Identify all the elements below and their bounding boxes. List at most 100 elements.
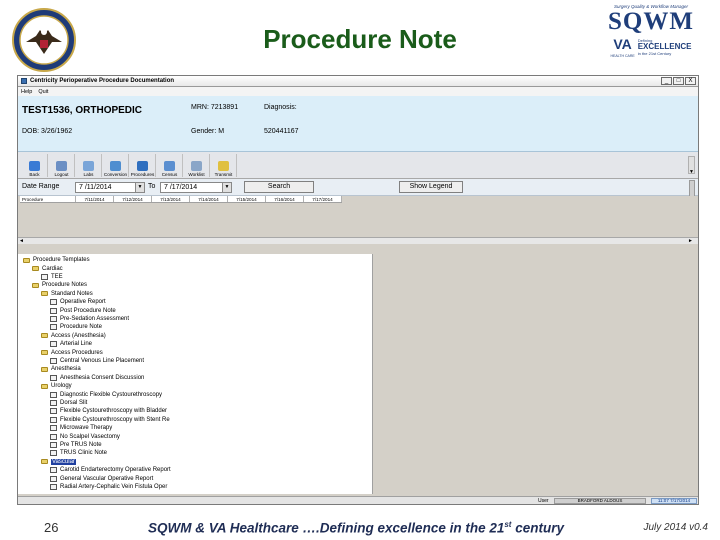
tree-template[interactable]: Procedure Note <box>50 323 102 331</box>
toolbar-census-button[interactable]: Census <box>157 153 183 177</box>
tree-folder[interactable]: Vascular <box>41 458 76 466</box>
toolbar-button-label: Worklist <box>188 171 205 177</box>
folder-icon <box>41 291 48 297</box>
tree-item-label: Flexible Cystourethroscopy with Bladder <box>60 408 168 415</box>
slide-date: July 2014 v0.4 <box>643 522 709 533</box>
tree-item-label: Cardiac <box>42 265 63 272</box>
status-user-label: User <box>538 498 549 504</box>
patient-mrn: MRN: 7213891 <box>191 104 239 111</box>
logo-va-sub: HEALTH CARE <box>610 54 635 58</box>
calendar-column-date[interactable]: 7/16/2014 <box>266 196 304 202</box>
tree-item-label: Procedure Note <box>60 324 103 331</box>
date-to-field[interactable]: 7 /17/2014 ▼ <box>160 182 232 193</box>
date-from-field[interactable]: 7 /11/2014 ▼ <box>75 182 145 193</box>
tree-template[interactable]: General Vascular Operative Report <box>50 474 153 482</box>
procedures-icon <box>137 160 148 171</box>
tree-template[interactable]: Flexible Cystourethroscopy with Stent Re <box>50 416 170 424</box>
tree-template[interactable]: Post Procedure Note <box>50 306 116 314</box>
tree-item-label: Urology <box>51 383 72 390</box>
tree-template[interactable]: Central Venous Line Placement <box>50 357 144 365</box>
patient-name: TEST1536, ORTHOPEDIC <box>22 105 143 116</box>
tree-item-label: Procedure Notes <box>42 282 88 289</box>
toolbar-scroll-down-icon[interactable]: ▼ <box>688 156 695 175</box>
tree-template[interactable]: TEE <box>41 273 63 281</box>
tree-folder[interactable]: Access (Anesthesia) <box>41 332 106 340</box>
tree-item-label: TRUS Clinic Note <box>60 450 108 457</box>
tree-folder[interactable]: Urology <box>41 382 72 390</box>
show-legend-button[interactable]: Show Legend <box>399 181 463 193</box>
tree-template[interactable]: Pre TRUS Note <box>50 441 102 449</box>
tree-template[interactable]: Diagnostic Flexible Cystourethroscopy <box>50 390 162 398</box>
calendar-column-date[interactable]: 7/17/2014 <box>304 196 342 202</box>
tree-item-label: Dorsal Slit <box>60 399 88 406</box>
scroll-left-icon[interactable]: ◄ <box>19 238 24 244</box>
tree-item-label: Central Venous Line Placement <box>60 357 145 364</box>
tree-item-label: TEE <box>51 273 63 280</box>
tree-template[interactable]: Microwave Therapy <box>50 424 112 432</box>
calendar-column-date[interactable]: 7/14/2014 <box>190 196 228 202</box>
status-time: 11:07 7/17/2014 <box>651 498 697 504</box>
tree-folder[interactable]: Access Procedures <box>41 348 103 356</box>
toolbar-logout-button[interactable]: Logout <box>49 153 75 177</box>
tree-template[interactable]: No Scalpel Vasectomy <box>50 432 120 440</box>
tree-template[interactable]: Pre-Sedation Assessment <box>50 315 129 323</box>
calendar-horizontal-scrollbar[interactable]: ◄ ► <box>18 237 698 244</box>
tree-template[interactable]: Operative Report <box>50 298 106 306</box>
date-to-dropdown-icon[interactable]: ▼ <box>222 183 231 192</box>
calendar-column-date[interactable]: 7/13/2014 <box>152 196 190 202</box>
labs-icon <box>83 160 94 171</box>
tree-item-label: Access (Anesthesia) <box>51 332 106 339</box>
tree-folder[interactable]: Cardiac <box>32 264 63 272</box>
patient-id: 520441167 <box>264 128 299 135</box>
tree-item-label: Flexible Cystourethroscopy with Stent Re <box>60 416 170 423</box>
calendar-column-date[interactable]: 7/15/2014 <box>228 196 266 202</box>
tree-template[interactable]: Flexible Cystourethroscopy with Bladder <box>50 407 167 415</box>
tree-template[interactable]: Radial Artery-Cephalic Vein Fistula Oper <box>50 483 167 491</box>
document-icon <box>50 467 57 474</box>
calendar-column-date[interactable]: 7/12/2014 <box>114 196 152 202</box>
toolbar-worklist-button[interactable]: Worklist <box>184 153 210 177</box>
toolbar-button-label: Back <box>29 171 40 177</box>
tree-template[interactable]: Carotid Endarterectomy Operative Report <box>50 466 171 474</box>
toolbar-back-button[interactable]: Back <box>22 153 48 177</box>
menu-quit[interactable]: Quit <box>38 89 48 95</box>
calendar-column-date[interactable]: 7/11/2014 <box>76 196 114 202</box>
tree-folder[interactable]: Procedure Notes <box>32 281 87 289</box>
minimize-button[interactable]: _ <box>661 77 672 85</box>
transmit-icon <box>218 160 229 171</box>
tree-folder[interactable]: Procedure Templates <box>23 256 90 264</box>
toolbar-labs-button[interactable]: Labs <box>76 153 102 177</box>
window-titlebar[interactable]: Centricity Perioperative Procedure Docum… <box>18 76 698 87</box>
date-from-dropdown-icon[interactable]: ▼ <box>135 183 144 192</box>
document-icon <box>50 341 57 348</box>
scroll-right-icon[interactable]: ► <box>688 238 693 244</box>
tree-item-label: Operative Report <box>60 299 106 306</box>
tree-item-label: Anesthesia <box>51 366 81 373</box>
tree-template[interactable]: Anesthesia Consent Discussion <box>50 374 144 382</box>
maximize-button[interactable]: □ <box>673 77 684 85</box>
patient-gender: Gender: M <box>191 128 225 135</box>
tree-item-label: Access Procedures <box>51 349 103 356</box>
calendar-grid: Procedure 7/11/2014 7/12/2014 7/13/2014 7/14… <box>18 196 698 244</box>
tree-template[interactable]: TRUS Clinic Note <box>50 449 107 457</box>
close-button[interactable]: X <box>685 77 696 85</box>
tree-item-label: Post Procedure Note <box>60 307 116 314</box>
toolbar-conversion-button[interactable]: Conversion <box>103 153 129 177</box>
calendar-column-procedure[interactable]: Procedure <box>20 196 76 202</box>
search-button[interactable]: Search <box>244 181 314 193</box>
toolbar-procedures-button[interactable]: Procedures <box>130 153 156 177</box>
app-icon <box>21 78 27 84</box>
folder-icon <box>41 459 48 465</box>
tree-template[interactable]: Arterial Line <box>50 340 92 348</box>
document-icon <box>50 299 57 306</box>
tree-template[interactable]: Dorsal Slit <box>50 399 87 407</box>
tree-folder[interactable]: Anesthesia <box>41 365 81 373</box>
tree-folder[interactable]: Standard Notes <box>41 290 93 298</box>
slide-footer: SQWM & VA Healthcare ….Defining excellen… <box>148 520 565 536</box>
census-icon <box>164 160 175 171</box>
folder-icon <box>23 257 30 263</box>
tree-item-label: Radial Artery-Cephalic Vein Fistula Oper <box>60 483 168 490</box>
logo-excellence: EXCELLENCE <box>637 42 692 51</box>
toolbar-transmit-button[interactable]: Transmit <box>211 153 237 177</box>
menu-help[interactable]: Help <box>21 89 32 95</box>
